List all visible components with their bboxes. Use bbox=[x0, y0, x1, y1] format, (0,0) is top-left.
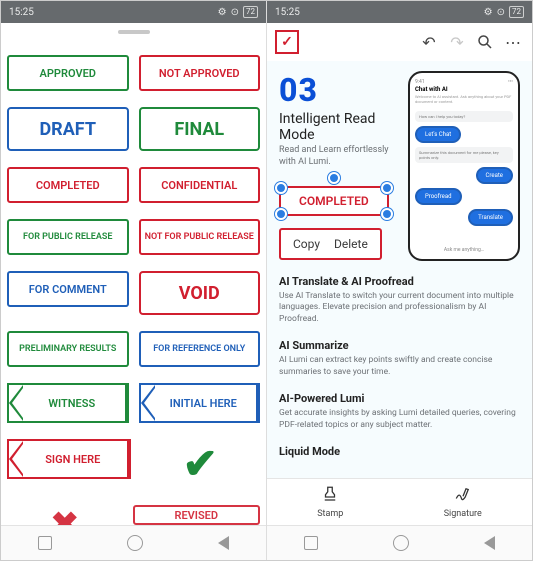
stamp-check-icon[interactable]: ✔ bbox=[141, 439, 261, 489]
stamp-for-public-release[interactable]: FOR PUBLIC RELEASE bbox=[7, 219, 129, 255]
stamp-confidential[interactable]: CONFIDENTIAL bbox=[139, 167, 261, 203]
section-title: Intelligent Read Mode bbox=[279, 111, 400, 143]
redo-icon[interactable]: ↷ bbox=[446, 31, 468, 53]
stamp-completed[interactable]: COMPLETED bbox=[7, 167, 129, 203]
resize-handle[interactable] bbox=[381, 208, 393, 220]
ctx-copy[interactable]: Copy bbox=[293, 237, 320, 251]
status-bar: 15:25 ⚙ ⊙ 72 bbox=[267, 1, 532, 23]
selected-stamp-wrap[interactable]: COMPLETED Copy Delete bbox=[279, 186, 400, 260]
section-heading: AI Translate & AI Proofread bbox=[279, 275, 520, 288]
resize-handle[interactable] bbox=[381, 182, 393, 194]
subtitle-line: Read and Learn effortlessly bbox=[279, 145, 389, 155]
status-bar: 15:25 ⚙ ⊙ 72 bbox=[1, 1, 266, 23]
stamp-draft[interactable]: DRAFT bbox=[7, 107, 129, 151]
phone-greeting: Welcome to AI assistant. Ask anything ab… bbox=[415, 95, 513, 105]
android-nav-bar bbox=[267, 525, 532, 560]
stamp-void[interactable]: VOID bbox=[139, 271, 261, 315]
section-body: AI Lumi can extract key points swiftly a… bbox=[279, 355, 520, 378]
phone-mockup: 9:41••• Chat with AI Welcome to AI assis… bbox=[408, 71, 520, 261]
subtitle-line: with AI Lumi. bbox=[279, 157, 331, 167]
stamp-sign-here[interactable]: SIGN HERE bbox=[7, 439, 131, 479]
signature-icon bbox=[454, 485, 472, 507]
chip-create: Create bbox=[476, 167, 513, 184]
stamp-witness[interactable]: WITNESS bbox=[7, 383, 129, 423]
chip-lets-chat: Let's Chat bbox=[415, 126, 461, 143]
status-time: 15:25 bbox=[9, 7, 34, 18]
stamp-icon bbox=[321, 485, 339, 507]
stamp-picker-screen: 15:25 ⚙ ⊙ 72 APPROVED NOT APPROVED DRAFT… bbox=[1, 1, 266, 560]
alarm-icon: ⊙ bbox=[231, 7, 239, 18]
section-body: Use AI Translate to switch your current … bbox=[279, 291, 520, 325]
search-icon[interactable] bbox=[474, 31, 496, 53]
undo-icon[interactable]: ↶ bbox=[418, 31, 440, 53]
phone-footer: Ask me anything… bbox=[415, 247, 513, 253]
alarm-icon: ⊙ bbox=[497, 7, 505, 18]
tab-label: Signature bbox=[444, 509, 482, 519]
stamp-not-for-public-release[interactable]: NOT FOR PUBLIC RELEASE bbox=[139, 219, 261, 255]
stamp-approved[interactable]: APPROVED bbox=[7, 55, 129, 91]
doc-section: Liquid Mode bbox=[279, 445, 520, 458]
nav-home-icon[interactable] bbox=[393, 535, 409, 551]
bottom-tab-bar: Stamp Signature bbox=[267, 478, 532, 525]
battery-indicator: 72 bbox=[509, 6, 524, 18]
nav-back-icon[interactable] bbox=[484, 536, 495, 550]
stamp-x-icon[interactable]: ✖ bbox=[7, 505, 123, 525]
stamp-for-comment[interactable]: FOR COMMENT bbox=[7, 271, 129, 307]
stamp-final[interactable]: FINAL bbox=[139, 107, 261, 151]
stamp-revised[interactable]: REVISED bbox=[133, 505, 261, 525]
rotate-handle[interactable] bbox=[328, 172, 340, 184]
stamp-for-reference-only[interactable]: FOR REFERENCE ONLY bbox=[139, 331, 261, 367]
editor-screen: 15:25 ⚙ ⊙ 72 ✓ ↶ ↷ ⋯ 03 Intelligent Read… bbox=[266, 1, 532, 560]
chat-bubble: How can I help you today? bbox=[415, 111, 513, 122]
more-icon[interactable]: ⋯ bbox=[502, 31, 524, 53]
signal-icon: ⚙ bbox=[218, 7, 227, 18]
doc-section: AI Translate & AI Proofread Use AI Trans… bbox=[279, 275, 520, 325]
stamp-list[interactable]: APPROVED NOT APPROVED DRAFT FINAL COMPLE… bbox=[1, 41, 266, 525]
section-number: 03 bbox=[279, 71, 400, 109]
top-toolbar: ✓ ↶ ↷ ⋯ bbox=[267, 23, 532, 61]
chat-bubble: Summarize this document for me please, k… bbox=[415, 147, 513, 163]
tab-stamp[interactable]: Stamp bbox=[317, 485, 343, 519]
ctx-delete[interactable]: Delete bbox=[334, 237, 368, 251]
tab-label: Stamp bbox=[317, 509, 343, 519]
resize-handle[interactable] bbox=[275, 182, 287, 194]
section-body: Get accurate insights by asking Lumi det… bbox=[279, 408, 520, 431]
check-icon: ✓ bbox=[281, 34, 293, 50]
battery-indicator: 72 bbox=[243, 6, 258, 18]
stamp-label: COMPLETED bbox=[299, 194, 369, 208]
signal-icon: ⚙ bbox=[484, 7, 493, 18]
nav-recent-icon[interactable] bbox=[304, 536, 318, 550]
stamp-initial-here[interactable]: INITIAL HERE bbox=[139, 383, 261, 423]
section-heading: AI-Powered Lumi bbox=[279, 392, 520, 405]
placed-stamp-completed[interactable]: COMPLETED bbox=[279, 186, 389, 216]
nav-back-icon[interactable] bbox=[218, 536, 229, 550]
tab-signature[interactable]: Signature bbox=[444, 485, 482, 519]
doc-section: AI Summarize AI Lumi can extract key poi… bbox=[279, 339, 520, 378]
document-canvas[interactable]: 03 Intelligent Read Mode Read and Learn … bbox=[267, 61, 532, 478]
chip-translate: Translate bbox=[468, 209, 513, 226]
status-time: 15:25 bbox=[275, 7, 300, 18]
stamp-label: INITIAL HERE bbox=[170, 397, 237, 410]
chip-proofread: Proofread bbox=[415, 188, 462, 205]
stamp-preliminary-results[interactable]: PRELIMINARY RESULTS bbox=[7, 331, 129, 367]
nav-recent-icon[interactable] bbox=[38, 536, 52, 550]
stamp-label: WITNESS bbox=[48, 397, 95, 410]
section-heading: Liquid Mode bbox=[279, 445, 520, 458]
drag-handle[interactable] bbox=[1, 23, 266, 41]
section-subtitle: Read and Learn effortlessly with AI Lumi… bbox=[279, 145, 400, 168]
stamp-not-approved[interactable]: NOT APPROVED bbox=[139, 55, 261, 91]
done-checkbox[interactable]: ✓ bbox=[275, 30, 299, 54]
section-heading: AI Summarize bbox=[279, 339, 520, 352]
phone-title: Chat with AI bbox=[415, 86, 513, 93]
doc-section: AI-Powered Lumi Get accurate insights by… bbox=[279, 392, 520, 431]
context-menu: Copy Delete bbox=[279, 228, 382, 260]
nav-home-icon[interactable] bbox=[127, 535, 143, 551]
android-nav-bar bbox=[1, 525, 266, 560]
stamp-label: SIGN HERE bbox=[45, 453, 100, 466]
